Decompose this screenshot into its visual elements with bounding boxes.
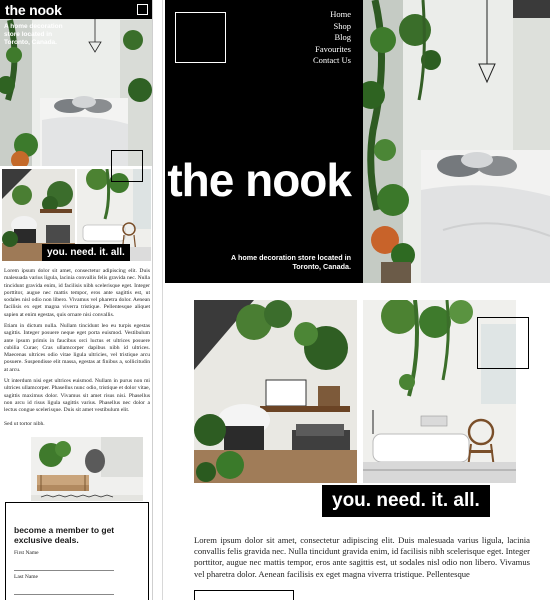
nav-favourites[interactable]: Favourites: [313, 44, 351, 56]
mobile-tagline: A home decoration store located in Toron…: [4, 23, 63, 46]
desktop-signup-box-edge: [194, 590, 294, 600]
mobile-paragraph-3: Ut interdum nisi eget ultrices euismod. …: [4, 378, 150, 414]
nav-home[interactable]: Home: [313, 9, 351, 21]
desktop-preview: Home Shop Blog Favourites Contact Us the…: [165, 0, 550, 600]
living-room-photo: [194, 300, 357, 483]
mobile-header: the nook: [0, 0, 152, 19]
nav-shop[interactable]: Shop: [313, 21, 351, 33]
last-name-label: Last Name: [14, 574, 38, 580]
main-nav: Home Shop Blog Favourites Contact Us: [313, 9, 351, 67]
mobile-paragraph-1: Lorem ipsum dolor sit amet, consectetur …: [4, 268, 150, 318]
decorative-outline-square: [111, 150, 143, 182]
menu-icon[interactable]: [137, 4, 148, 15]
nav-contact[interactable]: Contact Us: [313, 55, 351, 67]
mobile-paragraph-2: Etiam in dictum nulla. Nullam tincidunt …: [4, 323, 150, 373]
desktop-header-block: Home Shop Blog Favourites Contact Us the…: [165, 0, 363, 283]
site-tagline: A home decoration store located in Toron…: [231, 253, 351, 271]
bedroom-photo: [363, 0, 550, 283]
desktop-living-room-photo: [194, 300, 357, 483]
mobile-logo[interactable]: the nook: [5, 2, 62, 18]
desktop-body-text: Lorem ipsum dolor sit amet, consectetur …: [194, 535, 531, 579]
mobile-preview: the nook A home decoration store located…: [0, 0, 153, 600]
signup-heading: become a member to get exclusive deals.: [14, 525, 115, 545]
first-name-label: First Name: [14, 550, 39, 556]
desktop-slogan-banner: you. need. it. all.: [322, 485, 490, 517]
mobile-paragraph-4: Sed ut tortor nibh.: [4, 421, 45, 427]
logo-placeholder-square[interactable]: [175, 12, 226, 63]
signup-form: become a member to get exclusive deals. …: [5, 502, 149, 600]
pallet-table-photo: [31, 437, 143, 501]
site-title: the nook: [167, 154, 352, 206]
desktop-hero-photo: [363, 0, 550, 283]
mobile-slogan-banner: you. need. it. all.: [42, 244, 130, 261]
nav-blog[interactable]: Blog: [313, 32, 351, 44]
panel-divider: [162, 0, 163, 600]
decorative-outline-square: [477, 317, 529, 369]
last-name-input[interactable]: [14, 594, 114, 595]
first-name-input[interactable]: [14, 570, 114, 571]
